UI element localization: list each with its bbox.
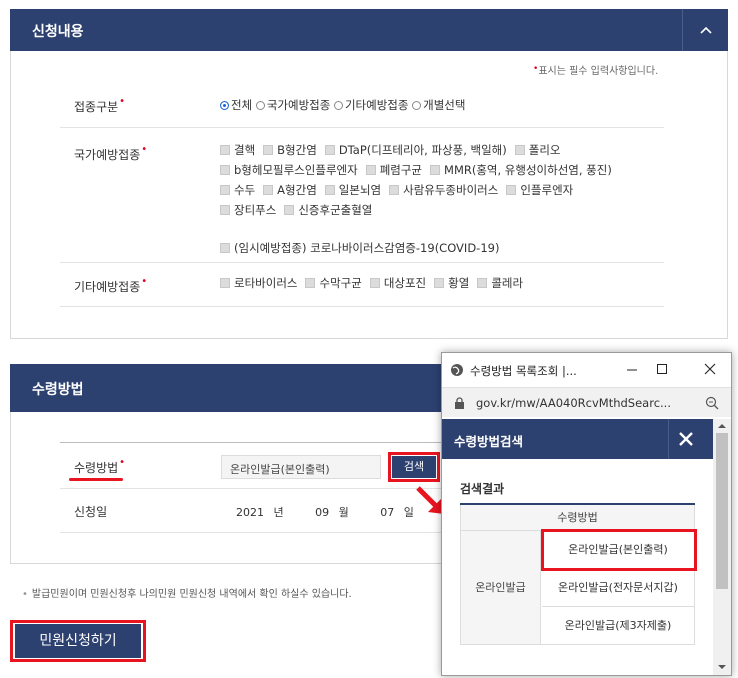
checkbox-zoster[interactable]: 대상포진 xyxy=(369,275,426,291)
result-table: 수령방법 온라인발급 온라인발급(본인출력) 온라인발급(전자문서지갑) 온라인… xyxy=(460,505,695,645)
national-label: 국가예방접종 xyxy=(74,148,141,162)
minimize-icon xyxy=(627,369,637,371)
minimize-button[interactable] xyxy=(618,357,646,381)
checkbox-mening[interactable]: 수막구균 xyxy=(305,275,362,291)
date-month: 09 xyxy=(315,506,330,519)
maximize-button[interactable] xyxy=(648,357,676,381)
section1-title: 신청내용 xyxy=(32,24,84,40)
section2-title: 수령방법 xyxy=(32,382,84,398)
other-label: 기타예방접종 xyxy=(74,280,141,294)
row-vaccine-type: 접종구분• 전체 국가예방접종 기타예방접종 개별선택 xyxy=(60,84,664,128)
checkbox-bcg[interactable]: 결핵 xyxy=(220,140,255,160)
scroll-down-icon[interactable] xyxy=(713,661,731,673)
radio-individual[interactable]: 개별선택 xyxy=(412,98,465,112)
checkbox-dtap[interactable]: DTaP(디프테리아, 파상풍, 백일해) xyxy=(324,140,507,160)
scroll-thumb[interactable] xyxy=(716,433,728,589)
popup-close-icon[interactable] xyxy=(678,431,694,447)
checkbox-covid19[interactable]: (임시예방접종) 코로나바이러스감염증-19(COVID-19) xyxy=(220,238,499,258)
checkbox-hib[interactable]: b형헤모필루스인플루엔자 xyxy=(220,160,358,180)
checkbox-mmr[interactable]: MMR(홍역, 유행성이하선염, 풍진) xyxy=(430,160,612,180)
category-cell: 온라인발급 xyxy=(461,531,541,644)
close-window-button[interactable] xyxy=(696,357,724,381)
result-title: 검색결과 xyxy=(460,482,505,496)
checkbox-varicella[interactable]: 수두 xyxy=(220,180,255,200)
popup-titlebar: 수령방법 목록조회 |... xyxy=(442,353,731,387)
date-year: 2021 xyxy=(236,506,264,519)
chevron-up-icon xyxy=(700,26,712,34)
date-day: 07 xyxy=(380,506,395,519)
collapse-button[interactable] xyxy=(682,9,728,51)
vaccine-type-label: 접종구분 xyxy=(74,100,119,114)
checkbox-hepa[interactable]: A형간염 xyxy=(263,180,317,200)
method-label: 수령방법 xyxy=(74,461,119,475)
checkbox-je[interactable]: 일본뇌염 xyxy=(324,180,381,200)
popup-url: gov.kr/mw/AA040RcvMthdSearc... xyxy=(476,396,671,410)
close-icon xyxy=(704,363,716,375)
checkbox-yellow[interactable]: 황열 xyxy=(434,275,469,291)
date-label: 신청일 xyxy=(74,505,108,519)
result-item-highlight xyxy=(541,529,697,571)
popup-window: 수령방법 목록조회 |... gov.kr/mw/AA040RcvMthdSea… xyxy=(441,352,732,676)
radio-other[interactable]: 기타예방접종 xyxy=(333,98,408,112)
zoom-icon[interactable] xyxy=(705,396,719,410)
checkbox-polio[interactable]: 폴리오 xyxy=(514,140,561,160)
popup-window-title: 수령방법 목록조회 |... xyxy=(470,364,577,378)
notice-text: • 발급민원이며 민원신청후 나의민원 민원신청 내역에서 확인 하실수 있습니다… xyxy=(22,589,352,600)
maximize-icon xyxy=(657,364,667,374)
checkbox-typhoid[interactable]: 장티푸스 xyxy=(220,200,276,220)
checkbox-hpv[interactable]: 사람유두종바이러스 xyxy=(389,180,498,200)
scroll-up-icon[interactable] xyxy=(713,419,731,433)
result-item[interactable]: 온라인발급(제3자제출) xyxy=(542,607,694,644)
required-note: •표시는 필수 입력사항입니다. xyxy=(533,64,659,77)
search-button[interactable]: 검색 xyxy=(392,456,436,478)
table-header-cell: 수령방법 xyxy=(461,505,694,531)
checkbox-hepb[interactable]: B형간염 xyxy=(263,140,317,160)
popup-header: 수령방법검색 xyxy=(442,419,713,459)
method-underline xyxy=(69,478,123,481)
row-other: 기타예방접종• 로타바이러스 수막구균 대상포진 황열 콜레라 xyxy=(60,263,664,307)
popup-scrollbar[interactable] xyxy=(713,419,731,675)
radio-national[interactable]: 국가예방접종 xyxy=(255,98,330,112)
popup-urlbar[interactable]: gov.kr/mw/AA040RcvMthdSearc... xyxy=(442,387,731,417)
checkbox-pneumo[interactable]: 폐렴구균 xyxy=(365,160,422,180)
radio-all[interactable]: 전체 xyxy=(220,98,252,112)
checkbox-flu[interactable]: 인플루엔자 xyxy=(506,180,573,200)
checkbox-cholera[interactable]: 콜레라 xyxy=(477,275,523,291)
row-national: 국가예방접종• 결핵 B형간염 DTaP(디프테리아, 파상풍, 백일해) 폴리오 b… xyxy=(60,128,664,263)
popup-header-title: 수령방법검색 xyxy=(454,434,524,449)
submit-button[interactable]: 민원신청하기 xyxy=(15,624,141,658)
section1-header: 신청내용 xyxy=(10,9,728,51)
method-input[interactable]: 온라인발급(본인출력) xyxy=(221,455,381,479)
checkbox-rota[interactable]: 로타바이러스 xyxy=(220,275,297,291)
result-item[interactable]: 온라인발급(전자문서지갑) xyxy=(542,569,694,607)
globe-icon xyxy=(451,364,463,376)
checkbox-hfrs[interactable]: 신증후군출혈열 xyxy=(284,200,372,220)
lock-icon xyxy=(455,397,464,409)
